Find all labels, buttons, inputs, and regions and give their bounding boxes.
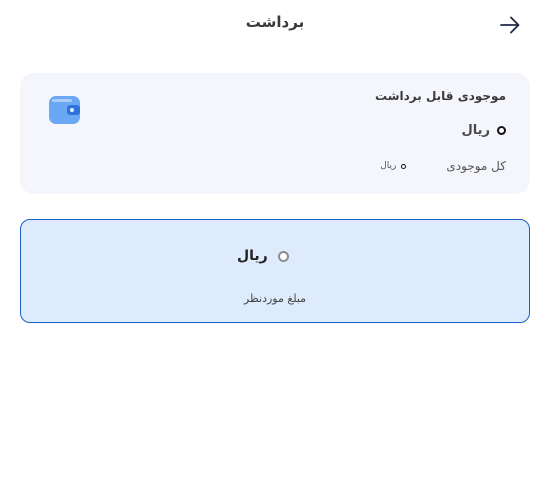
dot-icon (277, 250, 289, 262)
back-button[interactable] (496, 12, 524, 38)
total-currency: ریال (380, 161, 397, 171)
amount-label: مبلغ موردنظر (243, 292, 307, 305)
total-balance-label: کل موجودی (446, 159, 506, 173)
balance-card: موجودی قابل برداشت ریال کل موجودی ریال (20, 73, 530, 194)
dot-icon (401, 163, 407, 169)
page-title: برداشت (245, 13, 305, 31)
total-balance: کل موجودی ریال (380, 159, 506, 173)
header: برداشت (0, 0, 550, 48)
amount-currency: ریال (237, 248, 268, 264)
wallet-icon (48, 93, 81, 126)
available-balance-label: موجودی قابل برداشت (375, 89, 506, 103)
total-balance-value: ریال (380, 161, 407, 171)
arrow-right-icon (500, 16, 520, 34)
available-balance: ریال (461, 123, 506, 138)
dot-icon (497, 126, 506, 135)
amount-input[interactable]: ریال مبلغ موردنظر (20, 219, 530, 323)
withdraw-page: برداشت موجودی قابل برداشت ریال کل موجودی (0, 0, 550, 481)
amount-value: ریال (237, 248, 289, 264)
available-currency: ریال (461, 123, 490, 138)
